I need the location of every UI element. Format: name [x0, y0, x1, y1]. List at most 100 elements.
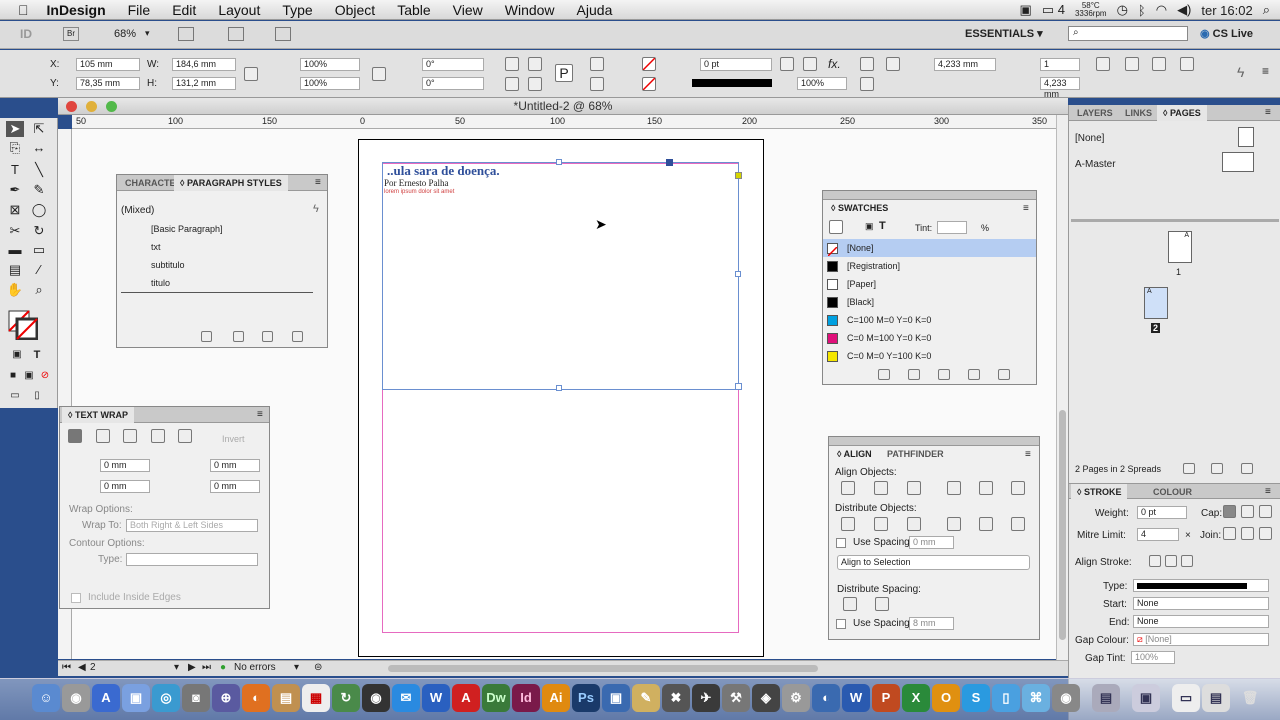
preview-icon[interactable]: ▣: [122, 684, 150, 712]
direct-selection-tool-icon[interactable]: ⇱: [30, 121, 48, 137]
view-options-icon[interactable]: [178, 27, 194, 41]
select-container-icon[interactable]: [590, 57, 604, 71]
text-align-icon[interactable]: [1096, 57, 1110, 71]
sync-icon[interactable]: ↻: [332, 684, 360, 712]
box-icon[interactable]: ▣: [602, 684, 630, 712]
fill-stroke-toggle-icon[interactable]: [829, 220, 843, 234]
frame-handle[interactable]: [556, 385, 562, 391]
h-field[interactable]: 131,2 mm: [172, 77, 236, 90]
menu-type[interactable]: Type: [282, 2, 312, 18]
shear-field[interactable]: 0°: [422, 77, 484, 90]
swatch-row-yellow[interactable]: C=0 M=0 Y=100 K=0: [823, 347, 1036, 365]
text-frame[interactable]: ..ula sara de doença. Por Ernesto Palha …: [382, 159, 742, 391]
app-store-icon[interactable]: A: [92, 684, 120, 712]
screen-icon[interactable]: ▣: [1020, 2, 1032, 18]
photoshop-icon[interactable]: Ps: [572, 684, 600, 712]
show-color-swatches-icon[interactable]: [908, 369, 920, 380]
preflight-ok-icon[interactable]: ●: [220, 662, 226, 673]
notes-icon[interactable]: ▤: [272, 684, 300, 712]
mitre-limit-field[interactable]: 4: [1137, 528, 1179, 541]
gap-tool-icon[interactable]: ↔: [30, 140, 48, 156]
page-dropdown-icon[interactable]: ▾: [174, 662, 179, 673]
ellipse-tool-icon[interactable]: ◯: [30, 202, 48, 218]
text-justify-icon[interactable]: [1152, 57, 1166, 71]
wrap-object-shape-icon[interactable]: [123, 429, 137, 443]
battery-icon[interactable]: ▭ 4: [1042, 2, 1065, 18]
pencil-tool-icon[interactable]: ✎: [30, 182, 48, 198]
preflight-menu-icon[interactable]: ⊜: [314, 662, 322, 673]
word-flash-icon[interactable]: W: [422, 684, 450, 712]
align-center-icon[interactable]: [886, 57, 900, 71]
bridge-button[interactable]: Br: [63, 27, 79, 41]
text-frame-options-icon[interactable]: [1180, 57, 1194, 71]
pages-divider[interactable]: [1071, 219, 1279, 222]
accessibility-icon[interactable]: ⌘: [1022, 684, 1050, 712]
frame-handle[interactable]: [735, 383, 742, 390]
formatting-text-icon[interactable]: T: [879, 220, 886, 232]
page-2-thumbnail[interactable]: A: [1144, 287, 1168, 319]
stroke-type-swatch[interactable]: [692, 79, 772, 87]
prefs-icon[interactable]: ✈: [692, 684, 720, 712]
headline-text[interactable]: ..ula sara de doença.: [387, 163, 500, 179]
a-master-thumbnail[interactable]: [1222, 152, 1254, 172]
top-offset-field[interactable]: 0 mm: [100, 459, 150, 472]
minimize-window-button[interactable]: [86, 101, 97, 112]
delete-style-icon[interactable]: [292, 331, 303, 342]
camera-icon[interactable]: ◙: [182, 684, 210, 712]
type-tool-icon[interactable]: T: [6, 162, 24, 178]
panel-menu-icon[interactable]: ≡: [1262, 64, 1269, 78]
stroke-none-icon[interactable]: [642, 77, 656, 91]
horizontal-ruler[interactable]: 50 100 150 0 50 100 150 200 250 300 350: [72, 115, 1056, 129]
zoom-level[interactable]: 68%: [114, 28, 136, 40]
panel-menu-icon[interactable]: ≡: [1265, 486, 1271, 497]
wrap-bounding-box-icon[interactable]: [96, 429, 110, 443]
rotate-ccw-icon[interactable]: [528, 57, 542, 71]
body-text[interactable]: lorem ipsum dolor sit amet: [384, 189, 454, 195]
swatch-row-black[interactable]: [Black]: [823, 293, 1036, 311]
align-to-select[interactable]: Align to Selection: [837, 555, 1030, 570]
stroke-weight-field[interactable]: 0 pt: [700, 58, 772, 71]
spotlight-icon[interactable]: ⌕: [1263, 2, 1270, 18]
tint-field[interactable]: [937, 221, 967, 234]
eyedropper-tool-icon[interactable]: ⁄: [30, 262, 48, 278]
zoom-tool-icon[interactable]: ⌕: [30, 282, 48, 298]
selection-tool-icon[interactable]: ➤: [6, 121, 24, 137]
script-editor-icon[interactable]: ✎: [632, 684, 660, 712]
distribute-bottom-icon[interactable]: [907, 517, 921, 531]
tab-text-wrap[interactable]: ◊ TEXT WRAP: [62, 407, 134, 423]
search-input[interactable]: ⌕: [1068, 26, 1188, 41]
align-stroke-center-icon[interactable]: [1149, 555, 1161, 567]
list-item[interactable]: [Basic Paragraph]: [117, 220, 327, 238]
excel-icon[interactable]: X: [902, 684, 930, 712]
bluetooth-icon[interactable]: ᛒ: [1138, 3, 1146, 18]
dreamweaver-icon[interactable]: Dw: [482, 684, 510, 712]
preflight-dropdown-icon[interactable]: ▾: [294, 662, 299, 673]
align-stroke-inside-icon[interactable]: [1165, 555, 1177, 567]
align-right-edges-icon[interactable]: [907, 481, 921, 495]
delete-page-icon[interactable]: [1241, 463, 1253, 474]
jump-object-icon[interactable]: [151, 429, 165, 443]
distribute-horizontal-center-icon[interactable]: [979, 517, 993, 531]
tab-character-styles[interactable]: CHARACTE: [119, 175, 182, 191]
new-page-icon[interactable]: [1211, 463, 1223, 474]
tab-swatches[interactable]: ◊ SWATCHES: [825, 201, 894, 215]
tab-links[interactable]: LINKS: [1119, 105, 1158, 121]
tab-colour[interactable]: COLOUR: [1147, 484, 1198, 500]
page-size-icon[interactable]: [1183, 463, 1195, 474]
frame-handle[interactable]: [556, 159, 562, 165]
vertical-scrollbar[interactable]: [1056, 115, 1068, 660]
invert-checkbox-label[interactable]: Invert: [222, 434, 245, 444]
panel-menu-icon[interactable]: ≡: [1023, 203, 1029, 214]
tab-pathfinder[interactable]: PATHFINDER: [881, 447, 950, 461]
list-item[interactable]: txt: [117, 238, 327, 256]
vertical-scroll-thumb[interactable]: [1059, 410, 1066, 640]
right-offset-field[interactable]: 0 mm: [210, 480, 260, 493]
documents-stack-icon[interactable]: ▤: [1092, 684, 1120, 712]
distribute-left-icon[interactable]: [947, 517, 961, 531]
none-master-label[interactable]: [None]: [1075, 133, 1104, 144]
contour-type-select[interactable]: [126, 553, 258, 566]
scale-x-field[interactable]: 100%: [300, 58, 360, 71]
rotate-tool-icon[interactable]: ↻: [30, 223, 48, 239]
tab-paragraph-styles[interactable]: ◊ PARAGRAPH STYLES: [174, 175, 288, 191]
clock[interactable]: ter 16:02: [1201, 3, 1252, 18]
